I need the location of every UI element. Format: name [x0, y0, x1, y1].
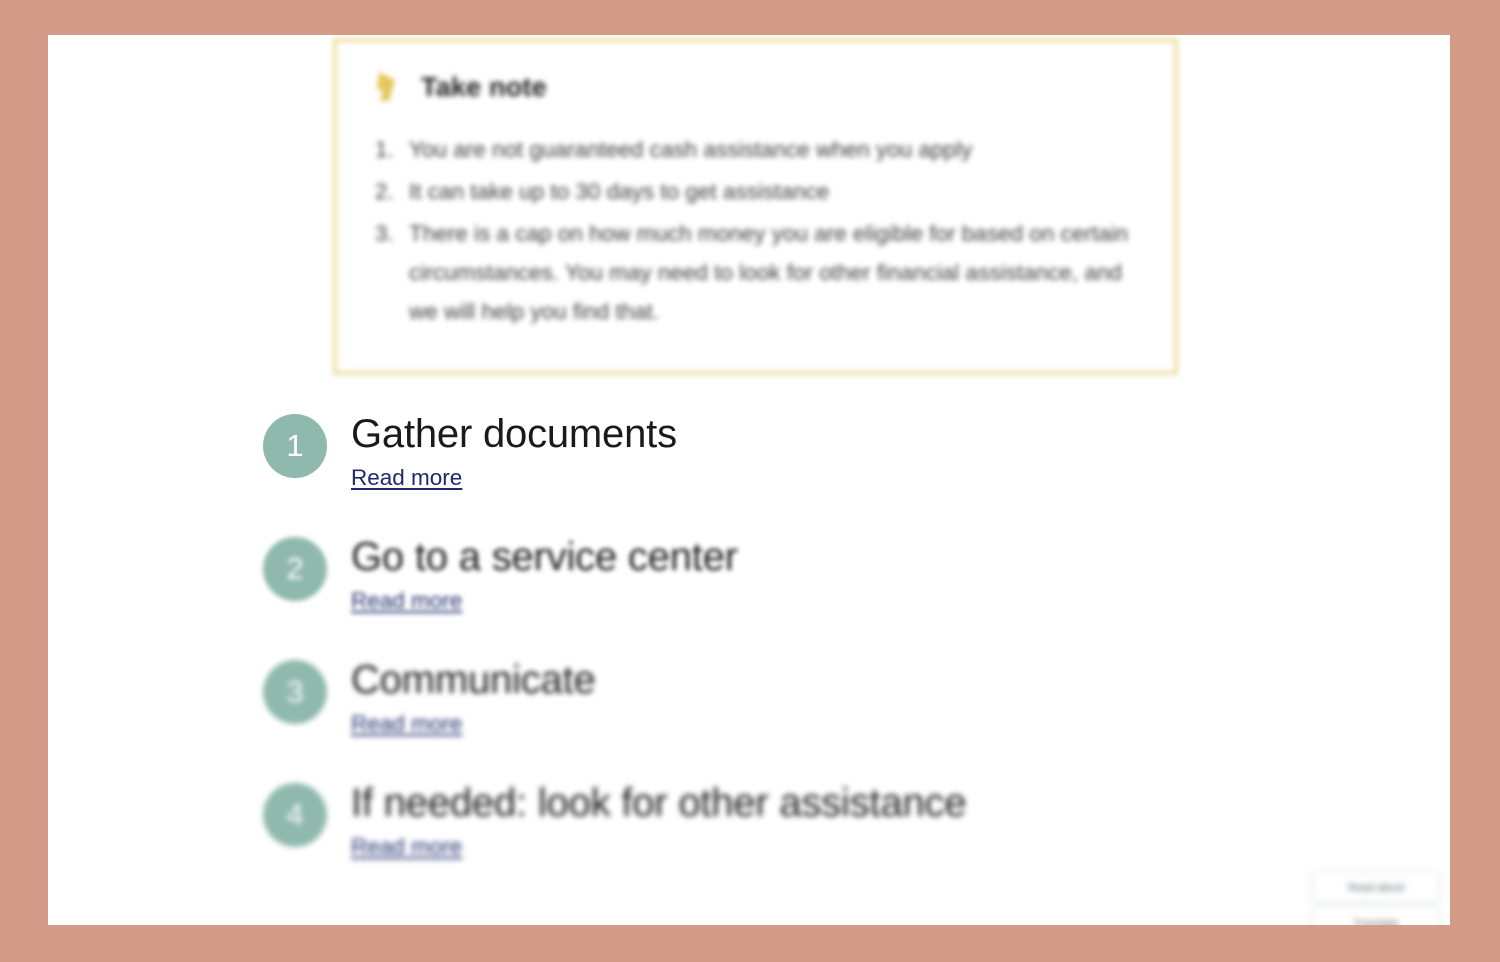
take-note-item-text: There is a cap on how much money you are… [409, 221, 1129, 324]
take-note-item-number: 2. [375, 179, 394, 204]
step-body-4: If needed: look for other assistance Rea… [351, 777, 1450, 863]
step-title: If needed: look for other assistance [351, 781, 967, 825]
take-note-callout: Take note 1. You are not guaranteed cash… [333, 38, 1178, 375]
step-item-4: 4 If needed: look for other assistance R… [48, 777, 1450, 877]
translate-button[interactable]: Translate [1312, 907, 1440, 925]
step-item-2: 2 Go to a service center Read more [48, 531, 1450, 631]
step-title: Gather documents [351, 412, 677, 456]
step-read-more-link[interactable]: Read more [351, 585, 462, 617]
take-note-item-text: It can take up to 30 days to get assista… [409, 179, 830, 204]
take-note-item-number: 1. [375, 137, 394, 162]
pencil-icon [375, 70, 405, 104]
step-item-1: 1 Gather documents Read more [48, 408, 1450, 508]
step-number-badge: 2 [263, 537, 327, 601]
steps-list: 1 Gather documents Read more 2 Go to a s… [48, 405, 1450, 900]
step-read-more-link[interactable]: Read more [351, 462, 462, 494]
step-number-badge: 3 [263, 660, 327, 724]
step-item-3: 3 Communicate Read more [48, 654, 1450, 754]
take-note-list: 1. You are not guaranteed cash assistanc… [375, 130, 1134, 331]
take-note-item-text: You are not guaranteed cash assistance w… [409, 137, 973, 162]
take-note-title: Take note [421, 71, 547, 102]
take-note-item: 1. You are not guaranteed cash assistanc… [375, 130, 1134, 169]
step-read-more-link[interactable]: Read more [351, 831, 462, 863]
take-note-header: Take note [375, 70, 1134, 104]
step-title: Go to a service center [351, 535, 738, 579]
step-title: Communicate [351, 658, 596, 702]
step-number-badge: 4 [263, 783, 327, 847]
step-body-1: Gather documents Read more [351, 408, 1450, 494]
page-frame: Take note 1. You are not guaranteed cash… [0, 0, 1500, 962]
read-aloud-button[interactable]: Read aloud [1312, 871, 1440, 902]
step-body-3: Communicate Read more [351, 654, 1450, 740]
document-viewport: Take note 1. You are not guaranteed cash… [48, 35, 1450, 925]
take-note-item: 3. There is a cap on how much money you … [375, 214, 1134, 331]
take-note-item: 2. It can take up to 30 days to get assi… [375, 172, 1134, 211]
accessibility-widget: Read aloud Translate [1312, 871, 1450, 925]
take-note-item-number: 3. [375, 221, 394, 246]
step-read-more-link[interactable]: Read more [351, 708, 462, 740]
step-body-2: Go to a service center Read more [351, 531, 1450, 617]
step-number-badge: 1 [263, 414, 327, 478]
